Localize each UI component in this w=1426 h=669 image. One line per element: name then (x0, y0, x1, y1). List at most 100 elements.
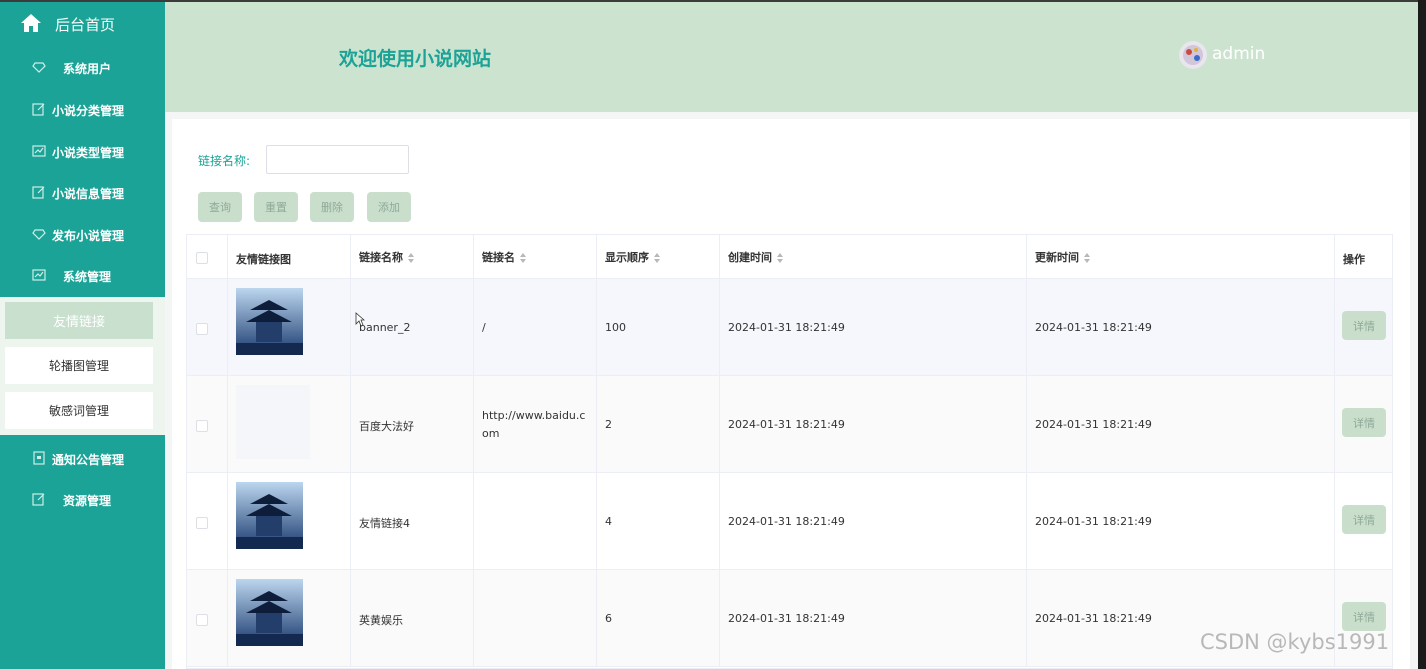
detail-button[interactable]: 详情 (1342, 505, 1386, 534)
link-name-cell: banner_2 (351, 279, 474, 375)
sidebar-item-novel-category[interactable]: 小说分类管理 (0, 90, 165, 130)
link-text: / (482, 321, 486, 334)
sidebar-submenu: 友情链接 轮播图管理 敏感词管理 (0, 297, 165, 435)
reset-button[interactable]: 重置 (254, 192, 298, 222)
table-row[interactable]: 百度大法好 http://www.baidu.c om 2 2024-01-31… (187, 376, 1392, 473)
table-row[interactable]: banner_2 / 100 2024-01-31 18:21:49 2024-… (187, 279, 1392, 376)
avatar-image-icon (1179, 41, 1207, 69)
action-cell: 详情 (1335, 376, 1392, 472)
submenu-item-carousel[interactable]: 轮播图管理 (5, 347, 153, 384)
table-row[interactable]: 友情链接4 4 2024-01-31 18:21:49 2024-01-31 1… (187, 473, 1392, 570)
header-cell[interactable]: 显示顺序 (597, 235, 720, 278)
created-cell: 2024-01-31 18:21:49 (720, 473, 1027, 569)
action-cell: 详情 (1335, 473, 1392, 569)
row-select-cell (187, 473, 228, 569)
row-checkbox[interactable] (196, 614, 208, 626)
row-select-cell (187, 570, 228, 666)
image-cell (228, 279, 351, 375)
column-header-updated: 更新时间 (1035, 251, 1079, 264)
watermark: CSDN @kybs1991 (1200, 630, 1390, 654)
sidebar-item-label: 系统管理 (63, 270, 112, 284)
order-text: 4 (605, 515, 612, 528)
sidebar-item-novel-info[interactable]: 小说信息管理 (0, 173, 165, 213)
sort-icon[interactable] (1084, 253, 1090, 263)
select-all-checkbox[interactable] (196, 252, 208, 264)
doc-icon (33, 451, 45, 465)
sidebar-item-system-users[interactable]: 系统用户 (0, 48, 165, 88)
sort-icon[interactable] (520, 253, 526, 263)
avatar[interactable] (1179, 41, 1207, 69)
sort-icon[interactable] (408, 253, 414, 263)
link-cell (474, 473, 597, 569)
sidebar-item-label: 资源管理 (63, 494, 112, 508)
order-text: 6 (605, 612, 612, 625)
row-checkbox[interactable] (196, 517, 208, 529)
edit-icon (32, 103, 45, 116)
sort-icon[interactable] (654, 253, 660, 263)
friend-links-table: 友情链接图 链接名称 链接名 显示顺序 创建时间 更新时间 操作 banner_… (186, 234, 1393, 669)
diamond-icon (32, 229, 46, 240)
delete-button[interactable]: 删除 (310, 192, 354, 222)
link-name-search-input[interactable] (266, 145, 409, 174)
detail-button[interactable]: 详情 (1342, 311, 1386, 340)
link-name-text: 百度大法好 (359, 420, 414, 433)
edit-icon (32, 186, 45, 199)
sidebar-item-label: 小说分类管理 (52, 104, 125, 118)
row-select-cell (187, 376, 228, 472)
top-header: 欢迎使用小说网站 admin (165, 2, 1418, 112)
order-cell: 2 (597, 376, 720, 472)
link-name-cell: 百度大法好 (351, 376, 474, 472)
order-cell: 100 (597, 279, 720, 375)
updated-cell: 2024-01-31 18:21:49 (1027, 473, 1335, 569)
row-checkbox[interactable] (196, 420, 208, 432)
column-header-link: 链接名 (482, 251, 515, 264)
created-text: 2024-01-31 18:21:49 (728, 321, 845, 334)
updated-text: 2024-01-31 18:21:49 (1035, 418, 1152, 431)
column-header-image: 友情链接图 (236, 253, 291, 266)
sidebar-item-label: 系统用户 (63, 62, 112, 76)
sidebar-item-notice[interactable]: 通知公告管理 (0, 439, 165, 479)
column-header-created: 创建时间 (728, 251, 772, 264)
edit-icon (32, 493, 45, 506)
submenu-item-sensitive-words[interactable]: 敏感词管理 (5, 392, 153, 429)
add-button[interactable]: 添加 (367, 192, 411, 222)
header-cell[interactable]: 链接名称 (351, 235, 474, 278)
sidebar-item-novel-type[interactable]: 小说类型管理 (0, 132, 165, 172)
header-cell[interactable]: 创建时间 (720, 235, 1027, 278)
row-checkbox[interactable] (196, 323, 208, 335)
created-text: 2024-01-31 18:21:49 (728, 418, 845, 431)
updated-text: 2024-01-31 18:21:49 (1035, 515, 1152, 528)
empty-image-placeholder (236, 385, 310, 459)
mouse-cursor-icon (355, 312, 365, 327)
link-name-cell: 友情链接4 (351, 473, 474, 569)
sidebar-item-publish-novel[interactable]: 发布小说管理 (0, 215, 165, 255)
detail-button[interactable]: 详情 (1342, 408, 1386, 437)
username[interactable]: admin (1212, 44, 1265, 64)
sidebar-home[interactable]: 后台首页 (0, 2, 165, 44)
order-cell: 4 (597, 473, 720, 569)
sidebar-item-resources[interactable]: 资源管理 (0, 480, 165, 520)
order-text: 2 (605, 418, 612, 431)
updated-text: 2024-01-31 18:21:49 (1035, 321, 1152, 334)
detail-button[interactable]: 详情 (1342, 602, 1386, 631)
pavilion-thumbnail-icon (236, 482, 303, 549)
search-label: 链接名称: (198, 154, 251, 168)
column-header-actions: 操作 (1343, 253, 1365, 266)
link-name-text: banner_2 (359, 321, 411, 334)
sidebar-item-label: 小说信息管理 (52, 187, 125, 201)
header-cell[interactable]: 链接名 (474, 235, 597, 278)
home-icon (21, 14, 41, 32)
action-cell: 详情 (1335, 279, 1392, 375)
order-text: 100 (605, 321, 626, 334)
sidebar-home-label: 后台首页 (55, 16, 116, 34)
submenu-item-friend-links[interactable]: 友情链接 (5, 302, 153, 339)
link-cell: http://www.baidu.c om (474, 376, 597, 472)
sidebar-item-system-management[interactable]: 系统管理 (0, 256, 165, 296)
header-cell[interactable]: 更新时间 (1027, 235, 1335, 278)
query-button[interactable]: 查询 (198, 192, 242, 222)
sort-icon[interactable] (777, 253, 783, 263)
sidebar-item-label: 通知公告管理 (52, 453, 125, 467)
link-name-text: 英黄娱乐 (359, 614, 403, 627)
column-header-order: 显示顺序 (605, 251, 649, 264)
link-cell: / (474, 279, 597, 375)
